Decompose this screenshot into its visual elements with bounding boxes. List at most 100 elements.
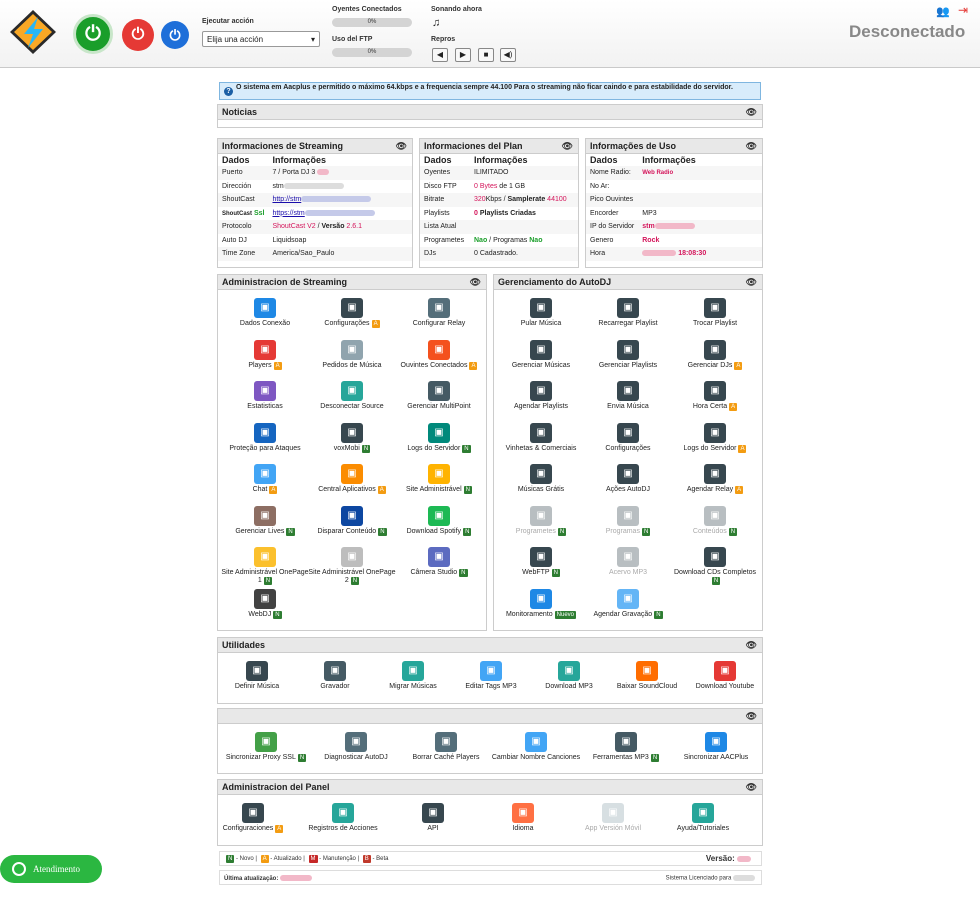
tile-label: Recarregar Playlist <box>598 320 658 327</box>
action-select[interactable]: Elija una acción ▾ <box>202 31 320 47</box>
tile-mp3-download[interactable]: ▣ Download MP3 <box>524 661 614 691</box>
whatsapp-button[interactable]: Atendimento <box>0 855 102 883</box>
tile-tag-edit[interactable]: ▣ Editar Tags MP3 <box>446 661 536 691</box>
tile-label: Pular Música <box>520 320 562 327</box>
tile-shield-server[interactable]: ▣ Proteção para Ataques <box>220 422 310 453</box>
tile-label: Configuraciones <box>222 825 274 832</box>
tile-rec-schedule[interactable]: ▣ Agendar Gravação N <box>583 588 673 619</box>
tile-tools[interactable]: ▣ Configurações <box>583 422 673 453</box>
tile-skip[interactable]: ▣ Pular Música <box>496 298 586 328</box>
eye-icon[interactable]: 👁 <box>746 711 757 722</box>
tile-monitor[interactable]: ▣ Monitoramento Nuevo <box>496 588 586 619</box>
tile-migrate[interactable]: ▣ Migrar Músicas <box>368 661 458 691</box>
tile-relay-calendar[interactable]: ▣ Agendar Relay A <box>670 464 760 494</box>
tile-records[interactable]: ▣ Registros de Acciones <box>298 803 388 833</box>
tile-tablet[interactable]: ▣ Acervo MP3 <box>583 547 673 577</box>
tile-calendar[interactable]: ▣ Agendar Playlists <box>496 381 586 411</box>
tile-log[interactable]: ▣ Logs do Servidor A <box>670 422 760 453</box>
tile-dj[interactable]: ▣ Gerenciar DJs A <box>670 339 760 370</box>
users-switch-icon[interactable]: 👥 <box>936 5 952 21</box>
power-on-button[interactable]: ⏻ <box>73 14 113 54</box>
tile-settings[interactable]: ▣ Configuraciones A <box>208 803 298 833</box>
tile-soundcloud[interactable]: ▣ Baixar SoundCloud <box>602 661 692 691</box>
tile-vox-monitor[interactable]: ▣ voxMobi N <box>307 422 397 453</box>
legend-text: - Novo | <box>234 856 259 862</box>
tile-phone-apps[interactable]: ▣ Central Aplicativos A <box>307 464 397 494</box>
shoutcast-ssl-link[interactable]: https://stm <box>268 207 412 221</box>
tile-rename[interactable]: ▣ Cambiar Nombre Canciones <box>491 732 581 762</box>
migrate-icon: ▣ <box>402 661 424 681</box>
tile-music-circle[interactable]: ▣ Disparar Conteúdo N <box>307 505 397 536</box>
tile-disc[interactable]: ▣ Conteúdos N <box>670 505 760 536</box>
tile-music-doc[interactable]: ▣ Pedidos de Música <box>307 339 397 370</box>
tile-api[interactable]: ▣ API <box>388 803 478 833</box>
tile-ssl[interactable]: ▣ Sincronizar Proxy SSL N <box>221 732 311 762</box>
eye-icon[interactable]: 👁 <box>470 277 481 288</box>
api-icon: ▣ <box>422 803 444 823</box>
eye-icon[interactable]: 👁 <box>562 141 573 152</box>
tile-language[interactable]: ▣ Idioma <box>478 803 568 833</box>
eye-icon[interactable]: 👁 <box>746 277 757 288</box>
stop-button[interactable]: ■ <box>478 48 494 62</box>
tile-users[interactable]: ▣ Gerenciar Lives N <box>220 505 310 536</box>
restart-button[interactable]: ⏻ <box>161 21 189 49</box>
tile-help[interactable]: ▣ Ayuda/Tutoriales <box>658 803 748 833</box>
tile-monitor-gear[interactable]: ▣ Configurações A <box>307 298 397 328</box>
tile-cloud-x[interactable]: ▣ Desconectar Source <box>307 381 397 411</box>
tile-free-music[interactable]: ▣ Músicas Grátis <box>496 464 586 494</box>
calendar-icon: ▣ <box>530 381 552 401</box>
tile-actions[interactable]: ▣ Ações AutoDJ <box>583 464 673 494</box>
tile-camera[interactable]: ▣ Câmera Studio N <box>394 547 484 577</box>
eye-icon[interactable]: 👁 <box>746 782 757 793</box>
tile-mobile[interactable]: ▣ App Versión Móvil <box>568 803 658 833</box>
tile-headphones[interactable]: ▣ Vinhetas & Comerciais <box>496 422 586 453</box>
eye-icon[interactable]: 👁 <box>746 640 757 651</box>
tile-music-list[interactable]: ▣ Gerenciar Músicas <box>496 339 586 370</box>
shoutcast-link[interactable]: http://stm <box>268 193 412 207</box>
power-off-button[interactable]: ⏻ <box>122 19 154 51</box>
tile-headset-user[interactable]: ▣ Ouvintes Conectados A <box>394 339 484 370</box>
tile-log-search[interactable]: ▣ Logs do Servidor N <box>394 422 484 453</box>
tile-sync[interactable]: ▣ Sincronizar AACPlus <box>671 732 761 762</box>
tile-youtube[interactable]: ▣ Download Youtube <box>680 661 770 691</box>
tile-mic-doc[interactable]: ▣ Programas N <box>583 505 673 536</box>
tile-onepage2[interactable]: ▣ Site Administrável OnePage 2N <box>307 547 397 585</box>
tile-equalizer[interactable]: ▣ Ferramentas MP3 N <box>581 732 671 762</box>
logout-icon[interactable]: ⇥ <box>958 3 974 19</box>
tile-network[interactable]: ▣ Dados Conexão <box>220 298 310 328</box>
autodj-panel: Gerenciamento do AutoDJ 👁 ▣ Pular Música ▣ R… <box>493 274 763 631</box>
tile-relay-monitor[interactable]: ▣ Configurar Relay <box>394 298 484 328</box>
tile-site[interactable]: ▣ Site Administrável N <box>394 464 484 494</box>
tile-onepage[interactable]: ▣ Site Administrável OnePage 1N <box>220 547 310 585</box>
tile-shuffle[interactable]: ▣ Trocar Playlist <box>670 298 760 328</box>
tile-chart[interactable]: ▣ Estatisticas <box>220 381 310 411</box>
tile-recorder[interactable]: ▣ Gravador <box>290 661 380 691</box>
badge: N <box>463 527 472 536</box>
tile-mixer[interactable]: ▣ WebDJ N <box>220 588 310 619</box>
tile-music-screen[interactable]: ▣ Definir Música <box>212 661 302 691</box>
tile-hand-touch[interactable]: ▣ Players A <box>220 339 310 370</box>
tile-ftp[interactable]: ▣ WebFTP N <box>496 547 586 577</box>
play-button[interactable]: ▶ <box>455 48 471 62</box>
row-value: Liquidsoap <box>272 236 307 244</box>
tile-trash[interactable]: ▣ Borrar Caché Players <box>401 732 491 762</box>
tile-playlist[interactable]: ▣ Gerenciar Playlists <box>583 339 673 370</box>
tile-chat[interactable]: ▣ Chat A <box>220 464 310 494</box>
tile-multipoint[interactable]: ▣ Gerenciar MultiPoint <box>394 381 484 411</box>
tile-cd-download[interactable]: ▣ Download CDs CompletosN <box>670 547 760 585</box>
prev-button[interactable]: ◀ <box>432 48 448 62</box>
plan-info-header: Informaciones del Plan 👁 <box>420 139 578 154</box>
tile-cloud-upload[interactable]: ▣ Envia Música <box>583 381 673 411</box>
eye-icon[interactable]: 👁 <box>396 141 407 152</box>
tile-mic[interactable]: ▣ Programetes N <box>496 505 586 536</box>
col-header: Informações <box>474 155 528 165</box>
tile-clock[interactable]: ▣ Hora Certa A <box>670 381 760 411</box>
volume-button[interactable]: ◀) <box>500 48 516 62</box>
tile-reload[interactable]: ▣ Recarregar Playlist <box>583 298 673 328</box>
stop-icon: ■ <box>483 50 489 59</box>
eye-icon[interactable]: 👁 <box>746 107 757 118</box>
tile-stethoscope[interactable]: ▣ Diagnosticar AutoDJ <box>311 732 401 762</box>
last-update-label: Última atualização: <box>224 875 313 882</box>
tile-spotify[interactable]: ▣ Download Spotify N <box>394 505 484 536</box>
eye-icon[interactable]: 👁 <box>746 141 757 152</box>
